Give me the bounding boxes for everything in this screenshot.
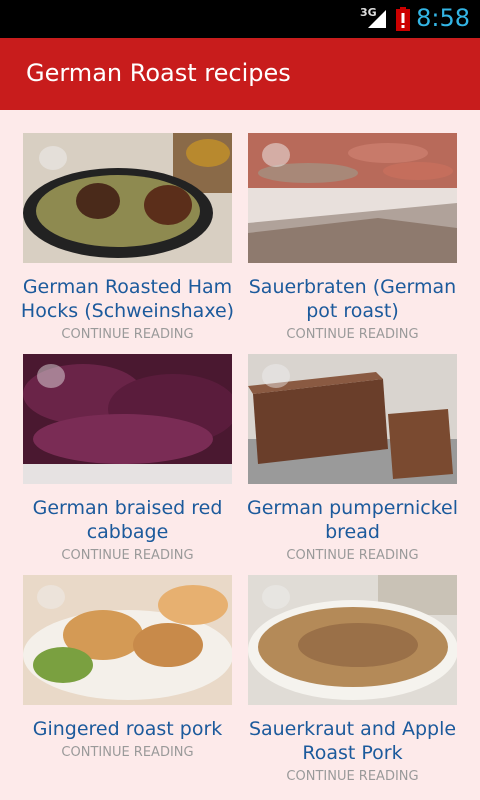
recipe-card[interactable]: Sauerbraten (German pot roast) CONTINUE … bbox=[245, 110, 465, 342]
recipe-image[interactable] bbox=[248, 575, 457, 705]
recipe-card[interactable]: German pumpernickel bread CONTINUE READI… bbox=[245, 331, 465, 563]
recipe-grid: German Roasted Ham Hocks (Schweinshaxe) … bbox=[0, 110, 480, 800]
clock: 8:58 bbox=[416, 4, 470, 32]
recipe-card[interactable]: German Roasted Ham Hocks (Schweinshaxe) … bbox=[20, 110, 240, 342]
recipe-title[interactable]: German braised red cabbage bbox=[20, 496, 235, 544]
action-bar: German Roast recipes bbox=[0, 38, 480, 110]
recipe-title[interactable]: German pumpernickel bread bbox=[245, 496, 460, 544]
recipe-title[interactable]: German Roasted Ham Hocks (Schweinshaxe) bbox=[20, 275, 235, 323]
recipe-title[interactable]: Gingered roast pork bbox=[20, 717, 235, 741]
continue-reading-link[interactable]: CONTINUE READING bbox=[20, 745, 235, 760]
continue-reading-link[interactable]: CONTINUE READING bbox=[245, 769, 460, 784]
status-bar: 3G 8:58 bbox=[0, 0, 480, 38]
recipe-image[interactable] bbox=[248, 354, 457, 484]
recipe-title[interactable]: Sauerkraut and Apple Roast Pork bbox=[245, 717, 460, 765]
page-title: German Roast recipes bbox=[26, 59, 291, 87]
recipe-image[interactable] bbox=[23, 575, 232, 705]
recipe-card[interactable]: German braised red cabbage CONTINUE READ… bbox=[20, 331, 240, 563]
recipe-title[interactable]: Sauerbraten (German pot roast) bbox=[245, 275, 460, 323]
recipe-image[interactable] bbox=[23, 354, 232, 484]
recipe-card[interactable]: Gingered roast pork CONTINUE READING bbox=[20, 552, 240, 767]
signal-icon bbox=[368, 10, 386, 28]
recipe-image[interactable] bbox=[248, 133, 457, 263]
recipe-image[interactable] bbox=[23, 133, 232, 263]
recipe-card[interactable]: Sauerkraut and Apple Roast Pork CONTINUE… bbox=[245, 552, 465, 784]
battery-alert-icon bbox=[396, 7, 410, 31]
